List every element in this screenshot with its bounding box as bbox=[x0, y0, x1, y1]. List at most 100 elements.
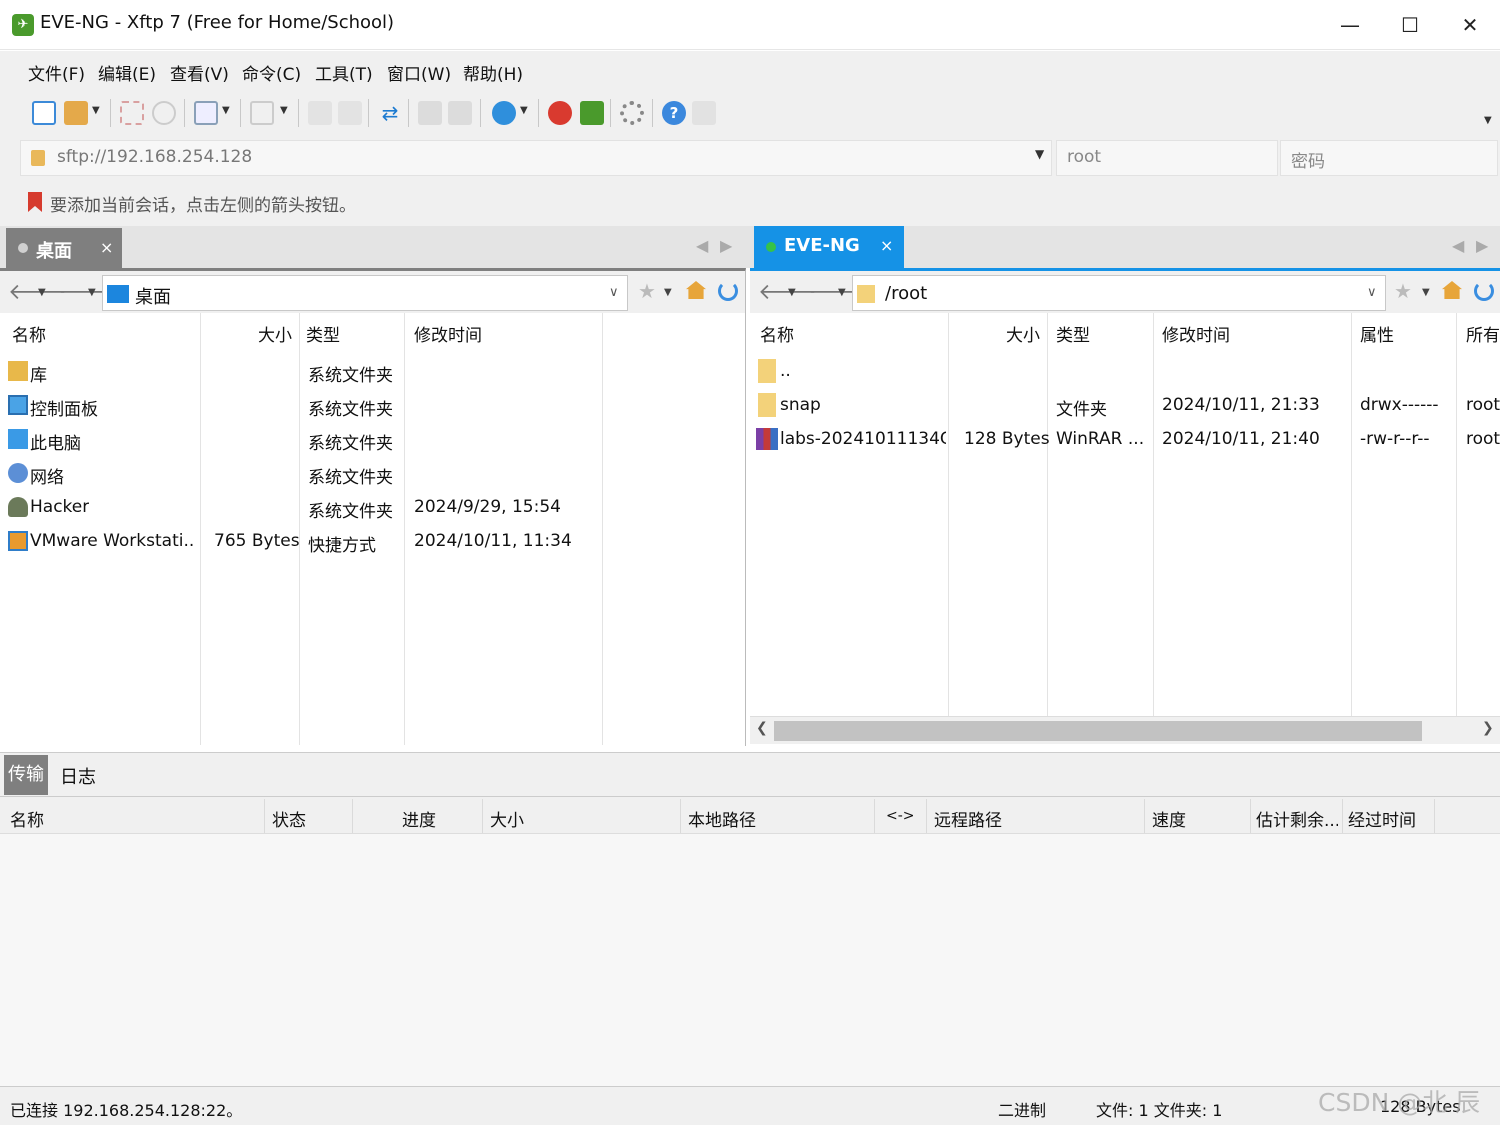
tab-scroll-left-icon[interactable]: ◀ bbox=[696, 236, 708, 255]
tab-local-desktop[interactable]: 桌面 × bbox=[6, 228, 122, 268]
address-dropdown-icon[interactable]: ▼ bbox=[1035, 147, 1044, 161]
table-row[interactable]: 控制面板 系统文件夹 bbox=[0, 389, 744, 423]
copy-icon[interactable] bbox=[418, 101, 442, 125]
xshell-icon[interactable] bbox=[548, 101, 572, 125]
globe-dropdown-icon[interactable]: ▼ bbox=[520, 105, 528, 116]
maximize-button[interactable]: ☐ bbox=[1390, 8, 1430, 42]
upload-icon[interactable] bbox=[308, 101, 332, 125]
tab-transfer[interactable]: 传输 bbox=[4, 755, 48, 795]
table-row[interactable]: snap 文件夹 2024/10/11, 21:33 drwx------ ro… bbox=[750, 389, 1500, 423]
tab-log[interactable]: 日志 bbox=[60, 763, 96, 789]
menu-help[interactable]: 帮助(H) bbox=[463, 60, 523, 85]
col-header-mtime[interactable]: 修改时间 bbox=[414, 313, 482, 353]
favorite-dropdown-icon[interactable]: ▼ bbox=[1422, 287, 1430, 298]
col-header-owner[interactable]: 所有 bbox=[1466, 313, 1500, 353]
transfer-col-status[interactable]: 状态 bbox=[272, 806, 306, 831]
gear-icon[interactable] bbox=[620, 101, 644, 125]
help-icon[interactable]: ? bbox=[662, 101, 686, 125]
layout-icon[interactable] bbox=[250, 101, 274, 125]
paste-icon[interactable] bbox=[448, 101, 472, 125]
local-path-dropdown-icon[interactable]: ∨ bbox=[609, 285, 619, 300]
username-field[interactable]: root bbox=[1056, 140, 1278, 176]
table-row[interactable]: VMware Workstati... 765 Bytes 快捷方式 2024/… bbox=[0, 525, 744, 559]
properties-icon[interactable] bbox=[194, 101, 218, 125]
forward-dropdown-icon[interactable]: ▼ bbox=[88, 287, 96, 298]
menu-view[interactable]: 查看(V) bbox=[170, 60, 229, 85]
scroll-left-icon[interactable]: ❮ bbox=[756, 720, 768, 736]
host-address-field[interactable]: sftp://192.168.254.128 ▼ bbox=[20, 140, 1052, 176]
table-row[interactable]: 网络 系统文件夹 bbox=[0, 457, 744, 491]
transfer-mode[interactable]: 二进制 bbox=[998, 1097, 1046, 1121]
forward-dropdown-icon[interactable]: ▼ bbox=[838, 287, 846, 298]
remote-path-dropdown-icon[interactable]: ∨ bbox=[1367, 285, 1377, 300]
table-row[interactable]: .. bbox=[750, 355, 1500, 389]
properties-dropdown-icon[interactable]: ▼ bbox=[222, 105, 230, 116]
transfer-col-name[interactable]: 名称 bbox=[10, 806, 44, 831]
disconnect-icon[interactable] bbox=[120, 101, 144, 125]
transfer-col-direction[interactable]: <-> bbox=[886, 808, 915, 824]
menu-window[interactable]: 窗口(W) bbox=[387, 60, 451, 85]
table-row[interactable]: Hacker 系统文件夹 2024/9/29, 15:54 bbox=[0, 491, 744, 525]
close-window-button[interactable]: ✕ bbox=[1450, 8, 1490, 42]
back-dropdown-icon[interactable]: ▼ bbox=[38, 287, 46, 298]
scrollbar-thumb[interactable] bbox=[774, 721, 1422, 741]
transfer-col-remote-path[interactable]: 远程路径 bbox=[934, 806, 1002, 831]
col-header-size[interactable]: 大小 bbox=[258, 313, 292, 353]
tab-scroll-left-icon[interactable]: ◀ bbox=[1452, 236, 1464, 255]
tab-scroll-right-icon[interactable]: ▶ bbox=[720, 236, 732, 255]
remote-horizontal-scrollbar[interactable]: ❮ ❯ bbox=[750, 716, 1500, 744]
favorite-star-icon[interactable]: ★ bbox=[1394, 279, 1412, 303]
column-divider bbox=[482, 799, 483, 833]
table-row[interactable]: labs-20241011134О... 128 Bytes WinRAR ..… bbox=[750, 423, 1500, 457]
remote-path-field[interactable]: /root ∨ bbox=[852, 275, 1386, 311]
refresh-icon[interactable] bbox=[1474, 281, 1494, 301]
col-header-attr[interactable]: 属性 bbox=[1360, 313, 1394, 353]
bookmark-icon[interactable] bbox=[28, 192, 42, 212]
col-header-type[interactable]: 类型 bbox=[1056, 313, 1090, 353]
tab-remote-eve-ng[interactable]: EVE-NG × bbox=[754, 226, 904, 268]
tab-scroll-right-icon[interactable]: ▶ bbox=[1476, 236, 1488, 255]
reconnect-icon[interactable] bbox=[152, 101, 176, 125]
menu-command[interactable]: 命令(C) bbox=[242, 60, 301, 85]
download-icon[interactable] bbox=[338, 101, 362, 125]
favorite-dropdown-icon[interactable]: ▼ bbox=[664, 287, 672, 298]
scroll-right-icon[interactable]: ❯ bbox=[1482, 720, 1494, 736]
toolbar-overflow-icon[interactable]: ▼ bbox=[1484, 115, 1492, 126]
password-field[interactable]: 密码 bbox=[1280, 140, 1498, 176]
sync-icon[interactable]: ⇄ bbox=[378, 101, 402, 125]
menu-tools[interactable]: 工具(T) bbox=[315, 60, 373, 85]
new-session-icon[interactable] bbox=[32, 101, 56, 125]
table-row[interactable]: 库 系统文件夹 bbox=[0, 355, 744, 389]
remote-file-panel: 🡐 ▼ 🡒 ▼ /root ∨ ★ ▼ 名称 大小 类型 修改时间 属性 所有 … bbox=[750, 268, 1500, 746]
transfer-col-local-path[interactable]: 本地路径 bbox=[688, 806, 756, 831]
tab-local-close-icon[interactable]: × bbox=[100, 238, 113, 257]
col-header-size[interactable]: 大小 bbox=[1006, 313, 1040, 353]
transfer-col-speed[interactable]: 速度 bbox=[1152, 806, 1186, 831]
col-header-name[interactable]: 名称 bbox=[760, 313, 794, 353]
home-icon[interactable] bbox=[1442, 281, 1462, 299]
col-header-mtime[interactable]: 修改时间 bbox=[1162, 313, 1230, 353]
open-dropdown-icon[interactable]: ▼ bbox=[92, 105, 100, 116]
col-header-type[interactable]: 类型 bbox=[306, 313, 340, 353]
transfer-col-progress[interactable]: 进度 bbox=[402, 806, 436, 831]
col-header-name[interactable]: 名称 bbox=[12, 313, 46, 353]
favorite-star-icon[interactable]: ★ bbox=[638, 279, 656, 303]
transfer-col-eta[interactable]: 估计剩余... bbox=[1256, 806, 1338, 831]
chat-icon[interactable] bbox=[692, 101, 716, 125]
table-row[interactable]: 此电脑 系统文件夹 bbox=[0, 423, 744, 457]
minimize-button[interactable]: — bbox=[1330, 8, 1370, 42]
home-icon[interactable] bbox=[686, 281, 706, 299]
menu-file[interactable]: 文件(F) bbox=[28, 60, 85, 85]
local-path-field[interactable]: 桌面 ∨ bbox=[102, 275, 628, 311]
transfer-col-size[interactable]: 大小 bbox=[490, 806, 524, 831]
globe-icon[interactable] bbox=[492, 101, 516, 125]
xftp-icon[interactable] bbox=[580, 101, 604, 125]
tab-remote-close-icon[interactable]: × bbox=[880, 236, 893, 255]
refresh-icon[interactable] bbox=[718, 281, 738, 301]
menu-edit[interactable]: 编辑(E) bbox=[98, 60, 156, 85]
open-folder-icon[interactable] bbox=[64, 101, 88, 125]
layout-dropdown-icon[interactable]: ▼ bbox=[280, 105, 288, 116]
back-dropdown-icon[interactable]: ▼ bbox=[788, 287, 796, 298]
transfer-col-elapsed[interactable]: 经过时间 bbox=[1348, 806, 1416, 831]
local-nav-bar: 🡐 ▼ 🡒 ▼ 桌面 ∨ ★ ▼ bbox=[0, 271, 745, 313]
